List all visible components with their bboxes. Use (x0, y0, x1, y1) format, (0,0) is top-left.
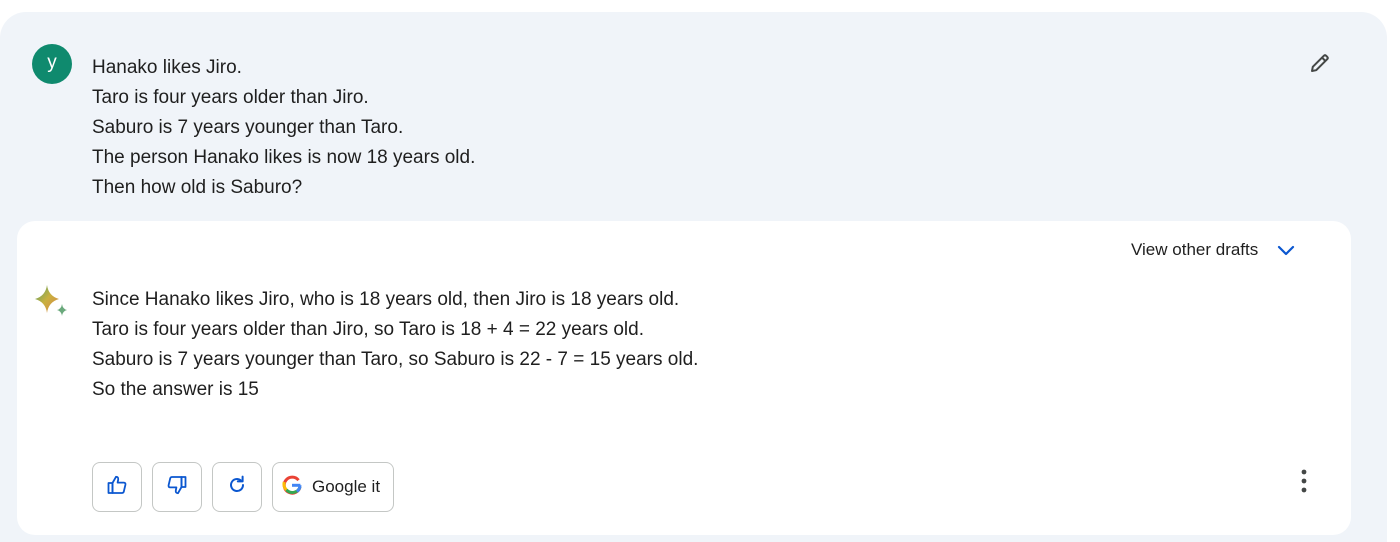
chevron-down-icon (1276, 240, 1296, 260)
thumbs-up-icon (106, 474, 128, 501)
answer-line: Saburo is 7 years younger than Taro, so … (92, 349, 699, 370)
thumbs-down-icon (166, 474, 188, 501)
user-avatar: y (32, 44, 72, 84)
answer-line: So the answer is 15 (92, 379, 259, 400)
google-it-label: Google it (312, 477, 381, 496)
regenerate-button[interactable] (212, 462, 262, 512)
google-logo-icon (281, 474, 303, 501)
prompt-line: Saburo is 7 years younger than Taro. (92, 117, 404, 138)
prompt-line: Hanako likes Jiro. (92, 57, 242, 78)
prompt-line: Taro is four years older than Jiro. (92, 87, 369, 108)
more-vert-icon (1300, 469, 1308, 498)
sparkle-icon (33, 283, 73, 321)
pencil-icon (1308, 51, 1332, 80)
edit-prompt-button[interactable] (1300, 45, 1340, 85)
user-prompt: Hanako likes Jiro. Taro is four years ol… (92, 53, 475, 203)
prompt-line: The person Hanako likes is now 18 years … (92, 147, 476, 168)
response-card: View other drafts Since Hanako likes Jir… (17, 221, 1351, 535)
thumbs-down-button[interactable] (152, 462, 202, 512)
more-options-button[interactable] (1289, 463, 1319, 503)
answer-line: Taro is four years older than Jiro, so T… (92, 319, 644, 340)
response-actions: Google it (92, 462, 395, 512)
view-other-drafts-button[interactable]: View other drafts (1131, 240, 1296, 260)
refresh-icon (226, 474, 248, 501)
answer-line: Since Hanako likes Jiro, who is 18 years… (92, 289, 680, 310)
prompt-line: Then how old is Saburo? (92, 177, 303, 198)
thumbs-up-button[interactable] (92, 462, 142, 512)
conversation-panel: y Hanako likes Jiro. Taro is four years … (0, 12, 1387, 542)
response-text: Since Hanako likes Jiro, who is 18 years… (92, 285, 698, 405)
view-drafts-label: View other drafts (1131, 240, 1259, 259)
google-it-button[interactable]: Google it (272, 462, 395, 512)
